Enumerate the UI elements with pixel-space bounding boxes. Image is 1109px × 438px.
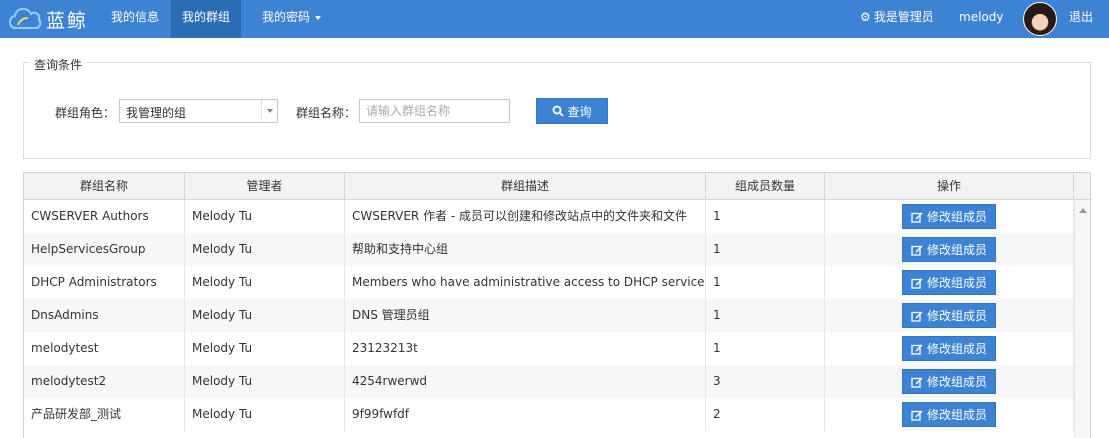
edit-members-label: 修改组成员 (926, 342, 987, 356)
edit-icon (911, 212, 923, 223)
cell-actions: 修改组成员 (825, 365, 1074, 398)
role-select-value: 我管理的组 (126, 106, 187, 120)
nav-my-groups[interactable]: 我的群组 (171, 0, 242, 38)
role-label: 群组角色： (55, 106, 116, 120)
cell-actions: 修改组成员 (825, 200, 1074, 233)
edit-members-button[interactable]: 修改组成员 (902, 204, 996, 229)
cell-description: Members who have administrative access t… (345, 266, 706, 299)
edit-icon (911, 410, 923, 421)
edit-icon (911, 311, 923, 322)
cell-description: 4254rwerwd (345, 365, 706, 398)
cell-manager: Melody Tu (185, 200, 345, 233)
cell-member-count: 1 (706, 266, 825, 299)
edit-members-button[interactable]: 修改组成员 (902, 237, 996, 262)
col-description[interactable]: 群组描述 (345, 173, 706, 200)
cell-group-name: DHCP Administrators (24, 266, 185, 299)
cell-group-name: 产品研发部_测试 (24, 398, 185, 431)
table-row: DnsAdmins Melody Tu DNS 管理员组 1 修改组成员 (24, 299, 1074, 332)
edit-members-button[interactable]: 修改组成员 (902, 336, 996, 361)
role-select[interactable]: 我管理的组 (119, 99, 278, 123)
nav-my-info[interactable]: 我的信息 (100, 0, 170, 38)
cell-manager: Melody Tu (185, 299, 345, 332)
avatar[interactable] (1023, 2, 1057, 36)
cell-member-count: 1 (706, 233, 825, 266)
edit-members-label: 修改组成员 (926, 309, 987, 323)
cell-manager: Melody Tu (185, 233, 345, 266)
cell-actions: 修改组成员 (825, 233, 1074, 266)
edit-members-button[interactable]: 修改组成员 (902, 369, 996, 394)
cell-actions: 修改组成员 (825, 332, 1074, 365)
logo-text: 蓝鲸 (46, 9, 89, 32)
edit-members-label: 修改组成员 (926, 408, 987, 422)
cloud-logo-icon (8, 7, 42, 29)
table-row: DHCP Administrators Melody Tu Members wh… (24, 266, 1074, 299)
table-header: 群组名称 管理者 群组描述 组成员数量 操作 (24, 173, 1090, 200)
edit-members-label: 修改组成员 (926, 210, 987, 224)
cell-manager: Melody Tu (185, 398, 345, 431)
cell-group-name: melodytest2 (24, 365, 185, 398)
cell-description: CWSERVER 作者 - 成员可以创建和修改站点中的文件夹和文件 (345, 200, 706, 233)
cell-group-name: HelpServicesGroup (24, 233, 185, 266)
nav-my-password-label: 我的密码 (262, 10, 311, 24)
edit-members-label: 修改组成员 (926, 375, 987, 389)
cell-description: 23123213t (345, 332, 706, 365)
edit-icon (911, 344, 923, 355)
col-actions: 操作 (825, 173, 1074, 200)
query-legend: 查询条件 (30, 56, 87, 73)
cell-description: 9f99fwfdf (345, 398, 706, 431)
cell-member-count: 2 (706, 398, 825, 431)
groups-table: 群组名称 管理者 群组描述 组成员数量 操作 CWSERVER Authors … (23, 172, 1091, 438)
admin-label: 我是管理员 (873, 10, 934, 24)
edit-icon (911, 377, 923, 388)
edit-members-label: 修改组成员 (926, 243, 987, 257)
edit-icon (911, 278, 923, 289)
cell-member-count: 1 (706, 200, 825, 233)
username[interactable]: melody (948, 0, 1014, 38)
admin-link[interactable]: ⚙ 我是管理员 (849, 0, 945, 38)
cell-group-name: DnsAdmins (24, 299, 185, 332)
search-button-label: 查询 (567, 104, 592, 119)
logout-link[interactable]: 退出 (1058, 0, 1104, 38)
logo[interactable]: 蓝鲸 (8, 4, 88, 34)
edit-members-button[interactable]: 修改组成员 (902, 270, 996, 295)
cell-member-count: 3 (706, 365, 825, 398)
gear-icon: ⚙ (860, 10, 871, 24)
table-scrollbar[interactable] (1074, 200, 1090, 438)
table-row: 产品研发部_测试 Melody Tu 9f99fwfdf 2 修改组成员 (24, 398, 1074, 431)
nav-my-password[interactable]: 我的密码 (251, 0, 332, 38)
edit-members-button[interactable]: 修改组成员 (902, 402, 996, 427)
table-row: melodytest Melody Tu 23123213t 1 修改组成员 (24, 332, 1074, 365)
cell-manager: Melody Tu (185, 365, 345, 398)
col-manager[interactable]: 管理者 (185, 173, 345, 200)
edit-icon (911, 245, 923, 256)
name-label: 群组名称： (296, 106, 357, 120)
search-icon (553, 105, 565, 117)
scroll-up-icon[interactable] (1079, 208, 1087, 213)
cell-group-name: melodytest (24, 332, 185, 365)
cell-member-count: 1 (706, 332, 825, 365)
caret-down-icon (315, 15, 322, 20)
group-name-input[interactable] (359, 99, 510, 123)
table-row: HelpServicesGroup Melody Tu 帮助和支持中心组 1 修… (24, 233, 1074, 266)
top-navbar: 蓝鲸 我的信息 我的群组 我的密码 ⚙ 我是管理员 melody 退出 (0, 0, 1109, 38)
col-member-count[interactable]: 组成员数量 (706, 173, 825, 200)
table-row: melodytest2 Melody Tu 4254rwerwd 3 修改组成员 (24, 365, 1074, 398)
table-row: CWSERVER Authors Melody Tu CWSERVER 作者 -… (24, 200, 1074, 233)
chevron-down-icon (261, 100, 277, 122)
cell-description: 帮助和支持中心组 (345, 233, 706, 266)
search-button[interactable]: 查询 (536, 98, 608, 124)
cell-manager: Melody Tu (185, 332, 345, 365)
cell-member-count: 1 (706, 299, 825, 332)
cell-actions: 修改组成员 (825, 299, 1074, 332)
edit-members-label: 修改组成员 (926, 276, 987, 290)
cell-description: DNS 管理员组 (345, 299, 706, 332)
cell-actions: 修改组成员 (825, 266, 1074, 299)
cell-actions: 修改组成员 (825, 398, 1074, 431)
cell-manager: Melody Tu (185, 266, 345, 299)
edit-members-button[interactable]: 修改组成员 (902, 303, 996, 328)
col-group-name[interactable]: 群组名称 (24, 173, 185, 200)
cell-group-name: CWSERVER Authors (24, 200, 185, 233)
